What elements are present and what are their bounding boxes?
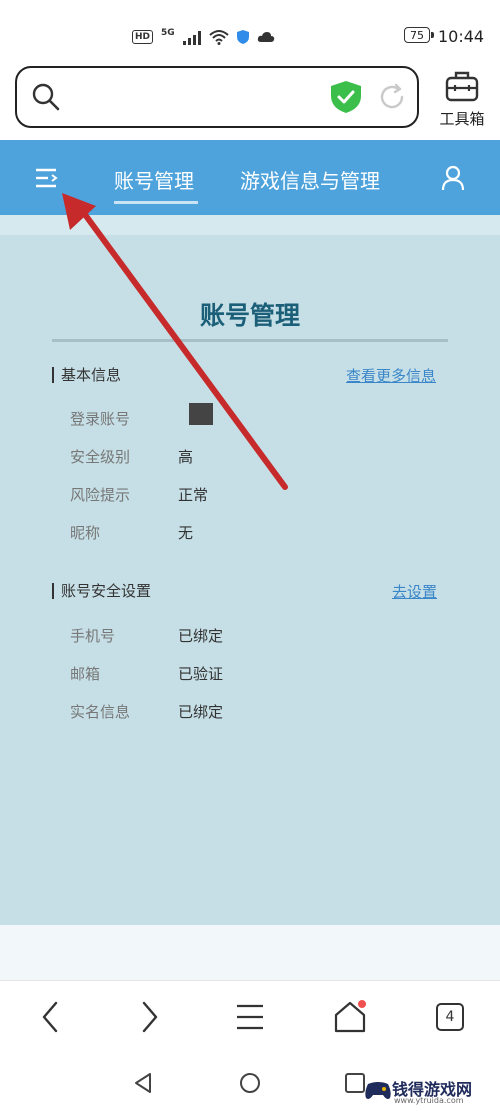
site-nav: 账号管理 游戏信息与管理 <box>0 140 500 215</box>
gamepad-logo-icon <box>365 1082 391 1099</box>
chevron-right-icon <box>142 1001 158 1033</box>
search-icon <box>32 83 60 111</box>
tab-game-info[interactable]: 游戏信息与管理 <box>240 165 380 194</box>
row-value-risk-tip: 正常 <box>178 486 209 504</box>
home-button[interactable] <box>320 981 380 1053</box>
browser-bottom-bar: 4 <box>0 980 500 1053</box>
toolbox-icon <box>445 71 479 102</box>
toolbox-button[interactable]: 工具箱 <box>436 66 488 128</box>
row-value-real-name: 已绑定 <box>178 703 224 721</box>
title-divider <box>52 339 448 342</box>
search-input[interactable] <box>73 82 337 114</box>
signal-icon <box>182 29 201 45</box>
watermark-url: www.ytruida.com <box>394 1096 464 1105</box>
section-heading-security: 账号安全设置 <box>52 583 151 599</box>
chevron-left-icon <box>42 1001 58 1033</box>
menu-button[interactable] <box>220 981 280 1053</box>
section-heading-basic-info: 基本信息 <box>52 367 121 383</box>
row-label-security-level: 安全级别 <box>70 448 131 466</box>
clock: 10:44 <box>438 27 485 46</box>
row-label-phone: 手机号 <box>70 627 116 645</box>
active-tab-indicator <box>114 201 198 204</box>
content-header-strip <box>0 215 500 235</box>
wifi-icon <box>209 30 229 45</box>
network-label: 5G <box>161 28 175 38</box>
hamburger-icon <box>237 1004 263 1030</box>
toolbox-label: 工具箱 <box>439 110 485 128</box>
row-label-login-account: 登录账号 <box>70 410 131 428</box>
row-value-phone: 已绑定 <box>178 627 224 645</box>
watermark: 钱得游戏网 www.ytruida.com <box>364 1078 500 1110</box>
menu-icon[interactable] <box>34 167 60 189</box>
cloud-icon <box>257 32 274 42</box>
tabs-button[interactable]: 4 <box>420 981 480 1053</box>
row-value-security-level: 高 <box>178 448 194 466</box>
refresh-icon[interactable] <box>377 82 407 112</box>
nav-back-icon[interactable] <box>133 1072 153 1094</box>
status-bar: HD 5G 75 10:44 <box>0 0 500 60</box>
login-account-value-redacted <box>189 403 213 425</box>
nav-home-icon[interactable] <box>239 1072 261 1094</box>
hd-badge: HD <box>132 30 154 44</box>
user-icon[interactable] <box>441 165 465 191</box>
row-label-real-name: 实名信息 <box>70 703 131 721</box>
back-button[interactable] <box>20 981 80 1053</box>
content-footer-area <box>0 925 500 980</box>
forward-button[interactable] <box>120 981 180 1053</box>
row-label-risk-tip: 风险提示 <box>70 486 131 504</box>
security-shield-icon[interactable] <box>331 81 361 113</box>
go-settings-link[interactable]: 去设置 <box>392 581 437 602</box>
row-value-nickname: 无 <box>178 524 194 542</box>
shield-status-icon <box>236 30 249 44</box>
view-more-info-link[interactable]: 查看更多信息 <box>346 365 436 386</box>
nav-recents-icon[interactable] <box>345 1073 365 1093</box>
row-value-email: 已验证 <box>178 665 224 683</box>
row-label-nickname: 昵称 <box>70 524 101 542</box>
row-label-email: 邮箱 <box>70 665 101 683</box>
home-icon <box>334 1000 366 1033</box>
page-title: 账号管理 <box>199 301 300 330</box>
tab-count-badge: 4 <box>436 1003 464 1031</box>
address-bar[interactable] <box>15 66 419 128</box>
status-icons: HD 5G <box>132 26 275 48</box>
tab-account-management[interactable]: 账号管理 <box>114 165 194 194</box>
battery-icon: 75 <box>404 27 434 43</box>
